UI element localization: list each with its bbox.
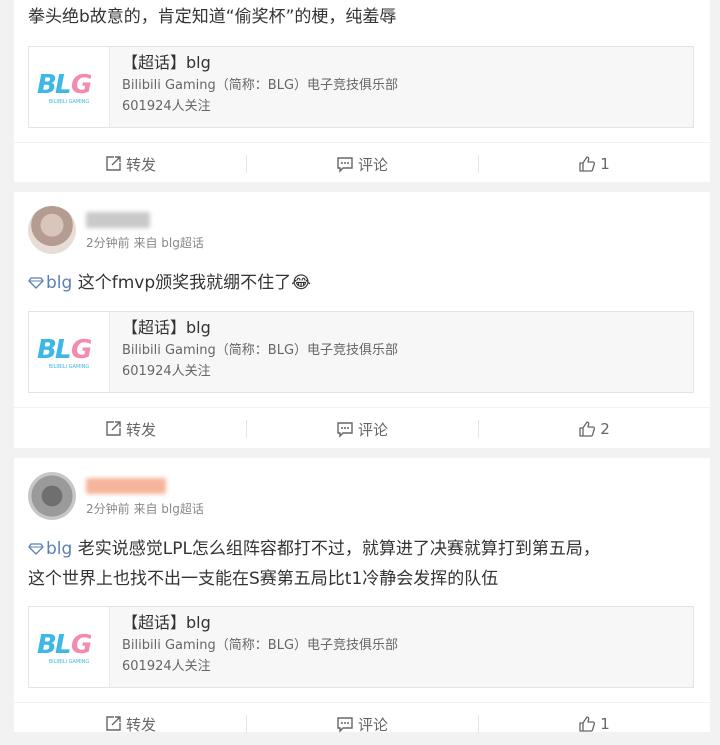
card-title: 【超话】blg [122, 53, 211, 72]
repost-icon [104, 715, 122, 733]
diamond-tag-icon [28, 543, 44, 555]
topic-link[interactable]: blg [46, 539, 72, 559]
post-meta: 2分钟前 来自 blg超话 [86, 236, 204, 250]
comment-icon [336, 155, 354, 173]
username-blurred[interactable] [86, 212, 150, 228]
post-text: blg 老实说感觉LPL怎么组阵容都打不过，就算进了决赛就算打到第五局， 这个世… [28, 539, 600, 589]
post-text: 拳头绝b故意的，肯定知道“偷奖杯”的梗，纯羞辱 [28, 7, 397, 27]
card-desc: Bilibili Gaming（简称：BLG）电子竞技俱乐部 [122, 343, 399, 358]
supertopic-card[interactable]: 【超话】blg Bilibili Gaming（简称：BLG）电子竞技俱乐部 6… [28, 46, 694, 128]
supertopic-card[interactable]: 【超话】blg Bilibili Gaming（简称：BLG）电子竞技俱乐部 6… [28, 606, 694, 688]
thumbs-up-icon [578, 715, 596, 733]
post-3: 2分钟前 来自 blg超话 blg 老实说感觉LPL怎么组阵容都打不过，就算进了… [14, 458, 710, 734]
laugh-emoji: 😂 [291, 273, 311, 293]
username-blurred[interactable] [86, 478, 166, 494]
card-title: 【超话】blg [122, 613, 211, 632]
post-meta: 2分钟前 来自 blg超话 [86, 502, 204, 516]
avatar[interactable] [28, 472, 76, 520]
blg-logo [29, 312, 110, 392]
repost-button[interactable]: 转发 [14, 143, 246, 185]
blg-logo [29, 607, 110, 687]
like-button[interactable]: 2 [478, 408, 710, 450]
action-bar: 转发 评论 2 [14, 407, 710, 450]
topic-link[interactable]: blg [46, 273, 72, 293]
comment-icon [336, 420, 354, 438]
blg-logo [29, 47, 110, 127]
repost-icon [104, 155, 122, 173]
post-1: 拳头绝b故意的，肯定知道“偷奖杯”的梗，纯羞辱 【超话】blg Bilibili… [14, 0, 710, 182]
card-followers: 601924人关注 [122, 364, 211, 379]
thumbs-up-icon [578, 155, 596, 173]
repost-button[interactable]: 转发 [14, 408, 246, 450]
post-text: blg 这个fmvp颁奖我就绷不住了😂 [28, 268, 696, 298]
card-followers: 601924人关注 [122, 659, 211, 674]
like-button[interactable]: 1 [478, 703, 710, 745]
comment-icon [336, 715, 354, 733]
action-bar: 转发 评论 1 [14, 142, 710, 185]
card-desc: Bilibili Gaming（简称：BLG）电子竞技俱乐部 [122, 638, 399, 653]
card-desc: Bilibili Gaming（简称：BLG）电子竞技俱乐部 [122, 78, 399, 93]
card-followers: 601924人关注 [122, 99, 211, 114]
repost-button[interactable]: 转发 [14, 703, 246, 745]
repost-icon [104, 420, 122, 438]
post-2: 2分钟前 来自 blg超话 blg 这个fmvp颁奖我就绷不住了😂 【超话】bl… [14, 192, 710, 448]
comment-button[interactable]: 评论 [246, 408, 478, 450]
supertopic-card[interactable]: 【超话】blg Bilibili Gaming（简称：BLG）电子竞技俱乐部 6… [28, 311, 694, 393]
thumbs-up-icon [578, 420, 596, 438]
comment-button[interactable]: 评论 [246, 143, 478, 185]
like-button[interactable]: 1 [478, 143, 710, 185]
comment-button[interactable]: 评论 [246, 703, 478, 745]
card-title: 【超话】blg [122, 318, 211, 337]
diamond-tag-icon [28, 277, 44, 289]
avatar[interactable] [28, 206, 76, 254]
action-bar: 转发 评论 1 [14, 702, 710, 745]
